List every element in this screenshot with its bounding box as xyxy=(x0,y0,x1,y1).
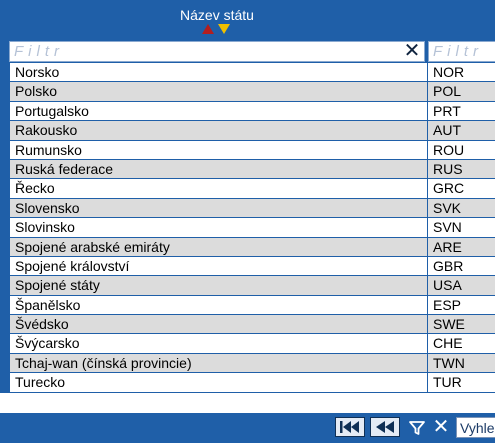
country-code-cell: SVN xyxy=(428,218,495,237)
table-row[interactable]: Spojené státy USA xyxy=(0,276,495,296)
table-row[interactable]: Řecko GRC xyxy=(0,179,495,199)
country-code-cell: TWN xyxy=(428,353,495,373)
filter-input-country-code[interactable] xyxy=(429,42,495,61)
table-row[interactable]: Spojené arabské emiráty ARE xyxy=(0,237,495,257)
country-name-cell: Rumunsko xyxy=(9,140,428,159)
sort-controls xyxy=(202,23,232,35)
country-name-cell: Polsko xyxy=(9,82,428,101)
row-gutter xyxy=(0,159,9,179)
country-name-cell: Spojené království xyxy=(9,256,428,276)
country-code-cell: SVK xyxy=(428,198,495,218)
row-gutter xyxy=(0,373,9,392)
country-name-cell: Spojené arabské emiráty xyxy=(9,237,428,256)
search-box xyxy=(456,417,495,438)
country-code-cell: TUR xyxy=(428,373,495,392)
table-row[interactable]: Slovinsko SVN xyxy=(0,218,495,238)
row-gutter xyxy=(0,218,9,237)
country-code-cell: GRC xyxy=(428,179,495,198)
row-gutter xyxy=(0,353,9,373)
row-gutter xyxy=(0,101,9,121)
table-row[interactable]: Švýcarsko CHE xyxy=(0,334,495,354)
country-code-cell: ARE xyxy=(428,237,495,256)
grid-header: Název státu xyxy=(0,0,495,40)
table-row[interactable]: Polsko POL xyxy=(0,82,495,102)
table-row[interactable]: Rumunsko ROU xyxy=(0,140,495,160)
row-gutter xyxy=(0,315,9,334)
filter-input-country-name[interactable] xyxy=(10,42,394,61)
row-gutter xyxy=(0,63,9,82)
table-row[interactable]: Španělsko ESP xyxy=(0,295,495,316)
sort-ascending-icon[interactable] xyxy=(202,24,214,34)
table-row[interactable]: Tchaj-wan (čínská provincie) TWN xyxy=(0,353,495,374)
country-grid: Název státu ✕ NorskoNORPolskoPOLPortugal… xyxy=(0,0,495,443)
row-gutter xyxy=(0,237,9,256)
filter-row: ✕ xyxy=(0,40,495,63)
table-row[interactable]: Portugalsko PRT xyxy=(0,101,495,122)
column-header-country-name[interactable]: Název státu xyxy=(9,0,425,40)
table-row[interactable]: Spojené království GBR xyxy=(0,256,495,277)
close-icon[interactable]: ✕ xyxy=(432,417,450,437)
table-row[interactable]: Turecko TUR xyxy=(0,373,495,393)
country-name-cell: Švédsko xyxy=(9,315,428,334)
column-header-label: Název státu xyxy=(180,7,254,23)
country-name-cell: Turecko xyxy=(9,373,428,392)
country-name-cell: Španělsko xyxy=(9,295,428,315)
row-gutter xyxy=(0,276,9,295)
country-code-cell: ROU xyxy=(428,140,495,159)
country-code-cell: PRT xyxy=(428,101,495,121)
country-code-cell: USA xyxy=(428,276,495,295)
row-gutter xyxy=(0,295,9,315)
country-name-cell: Portugalsko xyxy=(9,101,428,121)
country-name-cell: Řecko xyxy=(9,179,428,198)
table-body: Norsko NOR Polsko POL Portugalsko PRT Rakousko… xyxy=(0,63,495,393)
row-gutter xyxy=(0,198,9,218)
first-page-icon xyxy=(340,421,359,433)
search-input[interactable] xyxy=(457,418,495,437)
table-row[interactable]: Norsko NOR xyxy=(0,63,495,83)
country-name-cell: Norsko xyxy=(9,63,428,82)
country-code-cell: GBR xyxy=(428,256,495,276)
country-code-cell: ESP xyxy=(428,295,495,315)
row-gutter xyxy=(0,140,9,159)
country-code-cell: AUT xyxy=(428,121,495,140)
filter-icon[interactable] xyxy=(408,419,426,437)
table-row[interactable]: Rakousko AUT xyxy=(0,121,495,141)
country-name-cell: Rakousko xyxy=(9,121,428,140)
table-row[interactable]: Ruská federace RUS xyxy=(0,159,495,180)
row-gutter xyxy=(0,82,9,101)
country-code-cell: CHE xyxy=(428,334,495,353)
country-name-cell: Švýcarsko xyxy=(9,334,428,353)
country-name-cell: Slovinsko xyxy=(9,218,428,237)
table-row[interactable]: Švédsko SWE xyxy=(0,315,495,335)
row-gutter xyxy=(0,179,9,198)
filter-cell-country-code xyxy=(428,41,495,62)
country-name-cell: Tchaj-wan (čínská provincie) xyxy=(9,353,428,373)
country-name-cell: Slovensko xyxy=(9,198,428,218)
country-name-cell: Ruská federace xyxy=(9,159,428,179)
country-code-cell: NOR xyxy=(428,63,495,82)
clear-filter-icon[interactable]: ✕ xyxy=(403,41,421,61)
row-gutter xyxy=(0,121,9,140)
first-page-button[interactable] xyxy=(335,417,365,437)
pager-toolbar: ✕ xyxy=(0,413,495,443)
previous-page-button[interactable] xyxy=(370,417,400,437)
sort-descending-icon[interactable] xyxy=(218,24,230,34)
country-code-cell: SWE xyxy=(428,315,495,334)
country-name-cell: Spojené státy xyxy=(9,276,428,295)
row-gutter xyxy=(0,334,9,353)
country-code-cell: RUS xyxy=(428,159,495,179)
previous-page-icon xyxy=(376,421,394,433)
row-gutter xyxy=(0,256,9,276)
table-row[interactable]: Slovensko SVK xyxy=(0,198,495,219)
country-code-cell: POL xyxy=(428,82,495,101)
filter-cell-country-name: ✕ xyxy=(9,41,425,62)
